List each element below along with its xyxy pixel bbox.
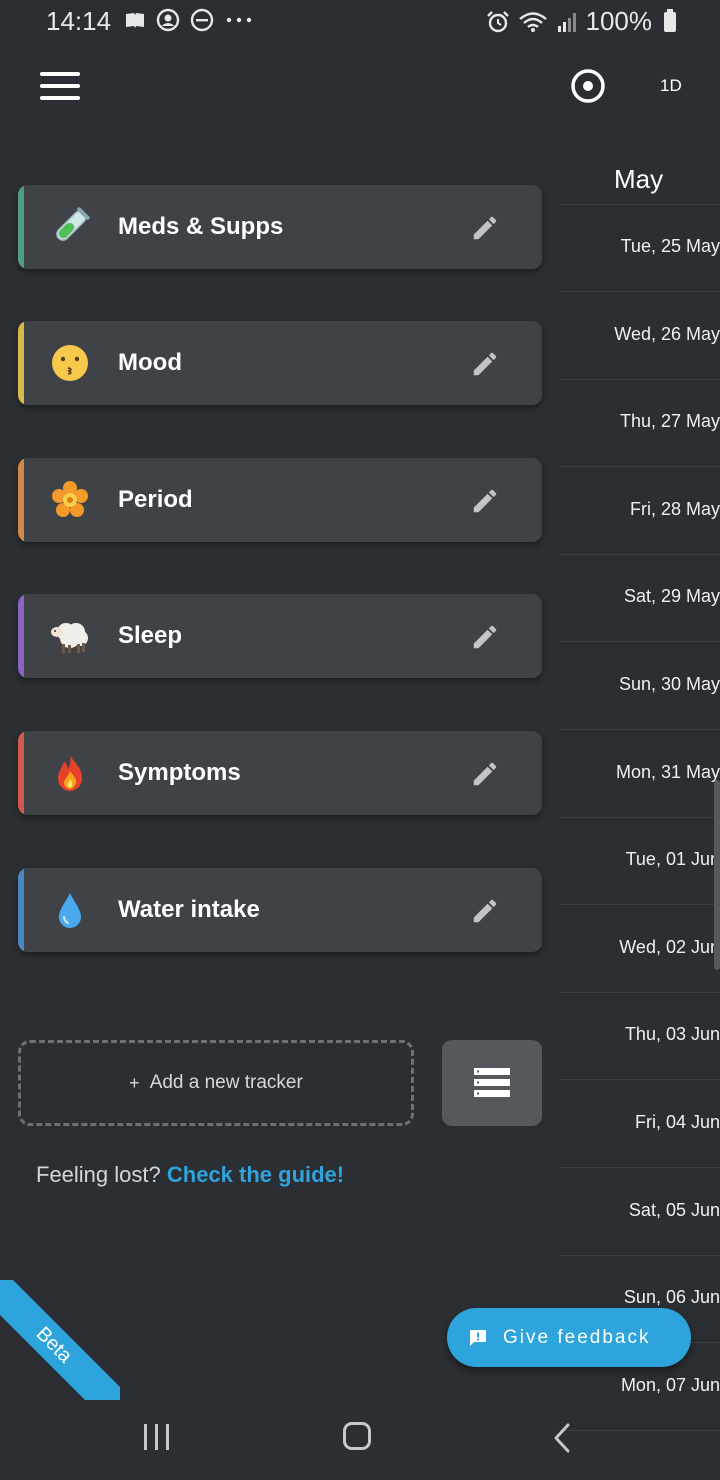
date-label: Wed, 26 May: [614, 323, 720, 344]
feedback-icon: [470, 1329, 486, 1346]
today-target-icon[interactable]: [570, 68, 606, 104]
plus-icon: +: [129, 1072, 140, 1093]
wifi-icon: [518, 11, 547, 32]
date-label: Wed, 02 Jun: [619, 936, 720, 957]
tracker-card-period[interactable]: Period: [18, 458, 542, 542]
recent-apps-icon[interactable]: [144, 1424, 172, 1452]
tracker-name: Sleep: [118, 622, 183, 649]
tracker-card-water-intake[interactable]: Water intake: [18, 868, 542, 952]
tracker-accent: [18, 185, 24, 269]
date-row[interactable]: Thu, 03 Jun: [560, 992, 720, 1081]
test-tube-icon: [48, 205, 92, 249]
status-time: 14:14: [46, 6, 112, 36]
tracker-accent: [18, 458, 24, 542]
menu-button[interactable]: [40, 72, 80, 100]
give-feedback-button[interactable]: Give feedback: [447, 1308, 691, 1367]
date-row[interactable]: Fri, 28 May: [560, 467, 720, 555]
date-label: Tue, 01 Jun: [625, 849, 720, 870]
tracker-name: Mood: [118, 349, 182, 376]
tracker-accent: [18, 731, 24, 815]
guide-prefix: Feeling lost?: [36, 1162, 161, 1187]
date-label: Mon, 07 Jun: [620, 1374, 720, 1395]
droplet-icon: [48, 888, 92, 932]
edit-pencil-icon[interactable]: [470, 622, 500, 652]
date-row[interactable]: Wed, 26 May: [560, 292, 720, 380]
month-label: May: [614, 164, 664, 194]
book-icon: [126, 13, 144, 28]
guide-link[interactable]: Check the guide!: [167, 1162, 344, 1187]
edit-pencil-icon[interactable]: [470, 349, 500, 379]
fire-icon: [48, 751, 92, 795]
battery-icon: [664, 8, 676, 32]
list-icon: [474, 1068, 510, 1097]
tracker-card-symptoms[interactable]: Symptoms: [18, 731, 542, 815]
back-icon[interactable]: [548, 1422, 576, 1454]
status-bar: 14:14 100%: [0, 0, 720, 42]
account-circle-icon: [156, 8, 180, 32]
date-row[interactable]: Sat, 05 Jun: [560, 1168, 720, 1256]
tracker-name: Meds & Supps: [118, 213, 284, 240]
tracker-accent: [18, 868, 24, 952]
date-label: Fri, 04 Jun: [634, 1112, 720, 1132]
add-tracker-button[interactable]: + Add a new tracker: [18, 1040, 414, 1126]
edit-pencil-icon[interactable]: [470, 896, 500, 926]
more-icon: [226, 17, 252, 23]
date-row[interactable]: Sat, 29 May: [560, 554, 720, 643]
tracker-name: Period: [118, 486, 193, 513]
date-row[interactable]: Sun, 30 May: [560, 642, 720, 730]
beta-label: Beta: [0, 1280, 120, 1400]
tracker-name: Water intake: [118, 896, 260, 923]
date-row[interactable]: Tue, 01 Jun: [560, 817, 720, 906]
date-label: Tue, 25 May: [620, 236, 720, 256]
date-row[interactable]: Tue, 25 May: [560, 204, 720, 292]
date-label: Sat, 05 Jun: [628, 1199, 720, 1220]
kissing-face-icon: [48, 341, 92, 385]
date-label: Thu, 03 Jun: [624, 1024, 720, 1045]
date-label: Thu, 27 May: [619, 411, 720, 432]
edit-pencil-icon[interactable]: [470, 213, 500, 243]
date-row[interactable]: Wed, 02 Jun: [560, 905, 720, 993]
battery-percent: 100%: [585, 6, 653, 36]
range-button[interactable]: 1D: [660, 76, 682, 96]
tracker-card-mood[interactable]: Mood: [18, 321, 542, 405]
tracker-card-meds-supps[interactable]: Meds & Supps: [18, 185, 542, 269]
sheep-icon: [48, 614, 92, 658]
beta-ribbon: Beta: [0, 1280, 120, 1400]
tracker-name: Symptoms: [118, 759, 241, 786]
date-row[interactable]: Mon, 31 May: [560, 730, 720, 818]
give-feedback-label: Give feedback: [503, 1326, 651, 1348]
date-row[interactable]: Fri, 04 Jun: [560, 1080, 720, 1168]
edit-pencil-icon[interactable]: [470, 759, 500, 789]
home-icon[interactable]: [343, 1422, 371, 1450]
tracker-accent: [18, 321, 24, 405]
date-label: Sat, 29 May: [623, 586, 720, 607]
alarm-icon: [486, 10, 509, 32]
date-label: Sun, 30 May: [618, 674, 720, 694]
edit-pencil-icon[interactable]: [470, 486, 500, 516]
date-row[interactable]: Thu, 27 May: [560, 379, 720, 468]
date-label: Fri, 28 May: [629, 498, 720, 519]
tracker-card-sleep[interactable]: Sleep: [18, 594, 542, 678]
date-label: Sun, 06 Jun: [623, 1287, 720, 1308]
date-label: Mon, 31 May: [615, 761, 720, 782]
guide-text: Feeling lost? Check the guide!: [36, 1162, 344, 1188]
reorder-list-button[interactable]: [442, 1040, 542, 1126]
tracker-accent: [18, 594, 24, 678]
flower-icon: [48, 478, 92, 522]
scrollbar[interactable]: [714, 780, 720, 970]
signal-icon: [557, 12, 576, 32]
do-not-disturb-icon: [190, 8, 214, 32]
system-navigation-bar: [0, 1400, 720, 1480]
add-tracker-label: Add a new tracker: [149, 1072, 303, 1093]
